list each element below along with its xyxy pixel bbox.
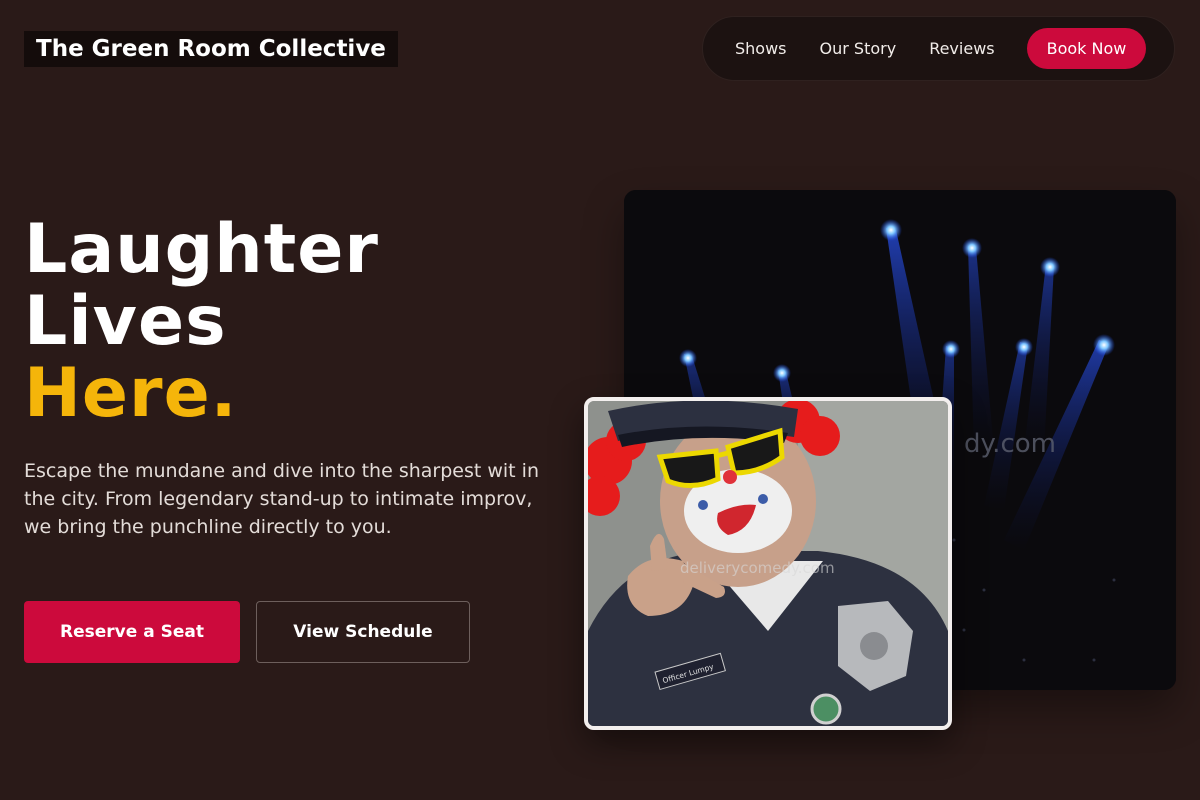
headline-line-3: Here. — [24, 354, 238, 433]
nav-link-shows[interactable]: Shows — [735, 39, 787, 58]
headline-line-2: Lives — [24, 282, 227, 361]
landing-page: The Green Room Collective Shows Our Stor… — [0, 0, 1200, 800]
hero-description: Escape the mundane and dive into the sha… — [24, 460, 539, 538]
reserve-seat-button[interactable]: Reserve a Seat — [24, 601, 240, 663]
view-schedule-button[interactable]: View Schedule — [256, 601, 470, 663]
clown-performer-image: Officer Lumpy deliverycomedy.com — [584, 397, 952, 730]
nav-link-our-story[interactable]: Our Story — [820, 39, 897, 58]
hero-headline: Laughter Lives Here. — [24, 214, 379, 430]
headline-line-1: Laughter — [24, 210, 379, 289]
main-nav: Shows Our Story Reviews Book Now — [702, 16, 1175, 81]
site-logo[interactable]: The Green Room Collective — [24, 31, 398, 67]
clown-watermark: deliverycomedy.com — [680, 559, 835, 577]
book-now-button[interactable]: Book Now — [1026, 28, 1147, 69]
stage-watermark: dy.com — [964, 429, 1056, 459]
nav-link-reviews[interactable]: Reviews — [929, 39, 994, 58]
